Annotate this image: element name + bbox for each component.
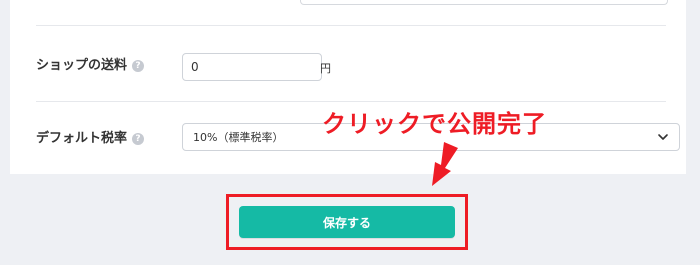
settings-card: ショップの送料 ? 円 デフォルト税率 ? 10%（標準税率）: [10, 0, 686, 174]
shipping-label: ショップの送料 ?: [36, 57, 145, 75]
chevron-down-icon: [658, 134, 668, 140]
shipping-label-text: ショップの送料: [36, 58, 128, 73]
save-button[interactable]: 保存する: [239, 206, 455, 238]
divider: [36, 25, 666, 26]
help-icon[interactable]: ?: [132, 133, 145, 145]
previous-field-edge[interactable]: [300, 0, 668, 5]
currency-unit: 円: [320, 62, 331, 75]
divider: [36, 101, 666, 102]
tax-label-text: デフォルト税率: [36, 131, 128, 146]
tax-label: デフォルト税率 ?: [36, 130, 145, 148]
arrow-down-icon: [432, 142, 458, 186]
annotation-text: クリックで公開完了: [322, 110, 547, 138]
shipping-input[interactable]: [182, 53, 322, 81]
help-icon[interactable]: ?: [132, 60, 145, 72]
